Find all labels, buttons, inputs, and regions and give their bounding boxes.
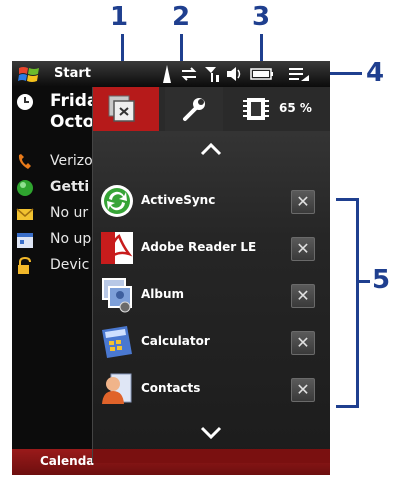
window-close-icon — [108, 95, 135, 122]
today-row-text: Verizo — [50, 153, 93, 169]
app-row-album[interactable]: Album ✕ — [93, 273, 330, 319]
app-row-contacts[interactable]: Contacts ✕ — [93, 367, 330, 413]
today-row-text: No up — [50, 231, 92, 247]
scroll-up-button[interactable] — [198, 141, 224, 157]
windows-flag-icon[interactable] — [18, 65, 40, 83]
today-date-line2: Octo — [50, 112, 95, 132]
bracket-vertical — [356, 198, 359, 408]
callout-3: 3 — [252, 2, 271, 32]
app-name: Adobe Reader LE — [141, 240, 257, 254]
calendar-icon — [17, 233, 33, 248]
close-app-button[interactable]: ✕ — [291, 378, 315, 402]
callout-4: 4 — [366, 58, 385, 88]
activesync-icon — [101, 185, 133, 217]
email-icon — [16, 208, 34, 220]
memory-usage-label: 65 % — [279, 101, 312, 115]
battery-icon[interactable] — [250, 65, 274, 83]
app-row-adobe-reader[interactable]: Adobe Reader LE ✕ — [93, 226, 330, 272]
callout-1: 1 — [110, 2, 129, 32]
leader-line-4 — [330, 72, 362, 75]
album-icon — [102, 278, 132, 313]
bracket-top — [336, 198, 358, 201]
phone-screen: Start Frida Octo Verizo Getti No ur No u… — [12, 61, 330, 475]
task-manager-panel: 65 % ActiveSync ✕ Adobe Reader LE ✕ Albu… — [92, 87, 330, 463]
task-manager-bottom-bar — [93, 449, 330, 463]
adobe-reader-icon — [101, 232, 133, 264]
phone-icon — [18, 154, 31, 169]
bracket-bottom — [336, 405, 358, 408]
callout-5: 5 — [372, 265, 391, 295]
status-bar: Start — [12, 61, 330, 87]
memory-tab[interactable]: 65 % — [229, 87, 330, 131]
volume-icon[interactable] — [226, 65, 244, 83]
app-name: Calculator — [141, 334, 210, 348]
app-name: Album — [141, 287, 185, 301]
lock-icon — [18, 257, 31, 274]
running-programs-tab[interactable] — [93, 87, 159, 131]
bracket-pointer — [358, 280, 370, 283]
green-status-icon — [17, 180, 33, 196]
task-manager-tabs: 65 % — [93, 87, 330, 131]
today-row-text: Getti — [50, 179, 90, 195]
close-app-button[interactable]: ✕ — [291, 284, 315, 308]
close-app-button[interactable]: ✕ — [291, 331, 315, 355]
calendar-softkey[interactable]: Calenda — [40, 454, 94, 468]
close-app-button[interactable]: ✕ — [291, 190, 315, 214]
scroll-down-button[interactable] — [198, 425, 224, 441]
data-transfer-icon[interactable] — [180, 65, 198, 83]
contacts-icon — [102, 373, 132, 404]
close-app-button[interactable]: ✕ — [291, 237, 315, 261]
wrench-icon — [183, 98, 205, 121]
app-name: ActiveSync — [141, 193, 216, 207]
callout-2: 2 — [172, 2, 191, 32]
app-row-activesync[interactable]: ActiveSync ✕ — [93, 179, 330, 225]
calculator-icon — [102, 326, 132, 358]
signal-antenna-icon — [163, 65, 171, 83]
app-name: Contacts — [141, 381, 201, 395]
clock-icon — [17, 94, 33, 110]
memory-chip-icon — [243, 98, 269, 120]
app-row-calculator[interactable]: Calculator ✕ — [93, 320, 330, 366]
today-row-text: Devic — [50, 257, 90, 273]
settings-tab[interactable] — [165, 87, 223, 131]
signal-strength-icon[interactable] — [204, 65, 220, 83]
task-manager-icon[interactable] — [288, 65, 310, 83]
today-row-text: No ur — [50, 205, 89, 221]
start-label[interactable]: Start — [54, 66, 91, 81]
